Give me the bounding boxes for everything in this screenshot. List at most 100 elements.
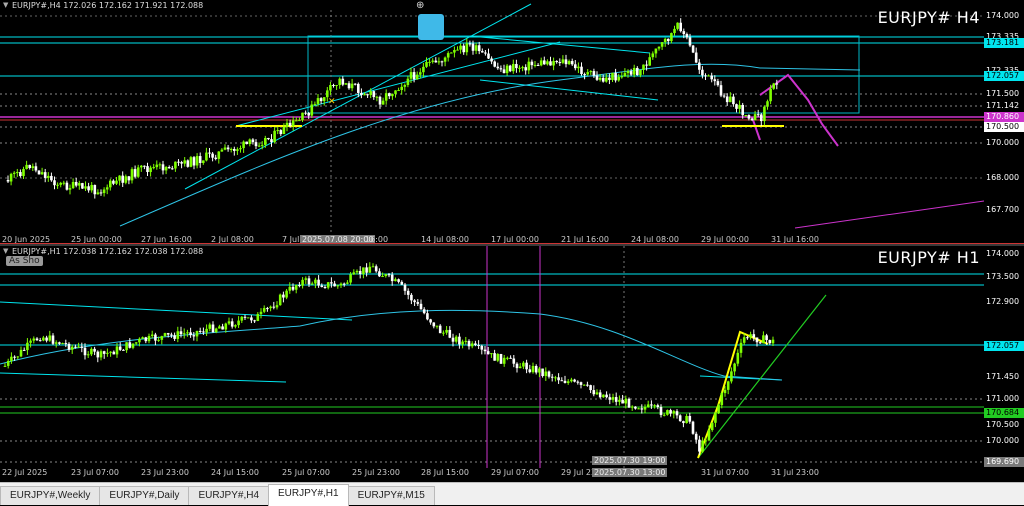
- candle-body: [304, 278, 308, 280]
- candle-body: [608, 77, 611, 80]
- candle-body: [43, 172, 47, 178]
- candle-body: [736, 352, 740, 364]
- tab-daily[interactable]: EURJPY#,Daily: [99, 486, 190, 505]
- candle-body: [256, 314, 260, 321]
- candle-body: [595, 392, 599, 395]
- candle-body: [307, 113, 310, 116]
- candle-body: [288, 122, 292, 126]
- candle-body: [81, 183, 84, 189]
- trend-channel-line: [469, 35, 651, 54]
- candle-body: [419, 303, 423, 310]
- candle-body: [381, 100, 385, 105]
- candle-body: [525, 362, 528, 370]
- candle-body: [99, 192, 103, 194]
- candle-body: [183, 160, 186, 164]
- candle-body: [375, 96, 379, 98]
- candle-body: [477, 345, 480, 347]
- candle-body: [387, 274, 391, 276]
- candle-body: [627, 398, 631, 408]
- candle-body: [651, 53, 655, 58]
- candle-body: [521, 67, 524, 69]
- broker-logo-icon[interactable]: [418, 14, 444, 40]
- candle-body: [688, 37, 692, 46]
- h1-time-label: 2025.07.30 19:00: [592, 456, 668, 465]
- candle-body: [605, 77, 608, 82]
- candle-body: [166, 333, 170, 335]
- candle-body: [477, 45, 481, 52]
- candle-body: [118, 175, 121, 181]
- candle-body: [121, 175, 124, 183]
- candle-body: [6, 180, 10, 182]
- candle-body: [772, 83, 775, 89]
- candle-body: [310, 104, 314, 116]
- tab-weekly[interactable]: EURJPY#,Weekly: [0, 486, 101, 505]
- candle-body: [445, 329, 448, 333]
- candle-body: [738, 104, 741, 109]
- candle-body: [428, 61, 431, 63]
- h1-time-label: 29 Jul 07:00: [491, 468, 539, 477]
- candle-body: [576, 381, 580, 383]
- candle-body: [474, 343, 477, 346]
- candle-body: [480, 345, 484, 350]
- candle-body: [755, 337, 759, 343]
- candle-body: [307, 278, 311, 285]
- candle-body: [133, 169, 137, 177]
- candle-body: [531, 365, 535, 373]
- candle-body: [640, 408, 644, 410]
- moving-average: [119, 63, 861, 227]
- candle-body: [355, 270, 359, 273]
- collapse-icon[interactable]: ▼: [3, 247, 8, 255]
- candle-body: [138, 338, 141, 343]
- candle-body: [131, 343, 135, 348]
- h4-chart-canvas[interactable]: ✕: [0, 0, 1024, 246]
- candle-body: [701, 440, 704, 452]
- candle-body: [621, 399, 624, 404]
- tab-h1[interactable]: EURJPY#,H1: [268, 484, 349, 506]
- h4-chart[interactable]: ✕ ▼ EURJPY#,H4 172.026 172.162 171.921 1…: [0, 0, 1024, 246]
- candle-body: [147, 335, 151, 342]
- candle-body: [67, 343, 71, 350]
- candle-body: [205, 152, 208, 161]
- candle-body: [167, 167, 171, 169]
- candle-body: [253, 320, 256, 322]
- collapse-icon[interactable]: ▼: [3, 1, 8, 9]
- candle-body: [330, 282, 333, 284]
- candle-body: [342, 283, 346, 285]
- candle-body: [698, 439, 701, 452]
- as-shown-label[interactable]: As Sho: [6, 256, 43, 266]
- h4-price-label: 170.860: [984, 112, 1024, 122]
- candle-body: [528, 369, 532, 373]
- candle-body: [614, 397, 618, 402]
- tab-h4[interactable]: EURJPY#,H4: [188, 486, 270, 505]
- candle-body: [586, 72, 589, 75]
- candle-body: [549, 61, 552, 66]
- candle-body: [769, 88, 772, 102]
- h1-chart[interactable]: ▼ EURJPY#,H1 172.038 172.162 172.038 172…: [0, 246, 1024, 482]
- candle-body: [140, 165, 143, 168]
- tab-m15[interactable]: EURJPY#,M15: [347, 486, 435, 505]
- candle-body: [189, 157, 193, 167]
- candle-body: [390, 274, 394, 282]
- candle-body: [446, 53, 450, 58]
- candle-body: [735, 104, 738, 109]
- candle-body: [122, 349, 125, 351]
- candle-body: [250, 317, 253, 321]
- h1-time-label: 31 Jul 07:00: [701, 468, 749, 477]
- candle-body: [744, 114, 748, 116]
- candle-body: [496, 66, 500, 69]
- candle-body: [270, 139, 273, 143]
- candle-body: [217, 151, 221, 159]
- candle-body: [682, 31, 686, 35]
- h1-chart-canvas[interactable]: [0, 246, 1024, 482]
- h1-price-label: 172.057: [984, 341, 1024, 351]
- h1-price-label: 170.000: [984, 436, 1024, 446]
- candle-body: [316, 98, 320, 104]
- h4-price-label: 171.500: [984, 89, 1024, 99]
- candle-body: [716, 81, 720, 86]
- candle-body: [502, 357, 506, 364]
- candle-body: [547, 371, 551, 377]
- candle-body: [730, 371, 733, 382]
- candle-body: [416, 302, 420, 304]
- candle-body: [499, 68, 503, 70]
- candle-body: [146, 166, 149, 173]
